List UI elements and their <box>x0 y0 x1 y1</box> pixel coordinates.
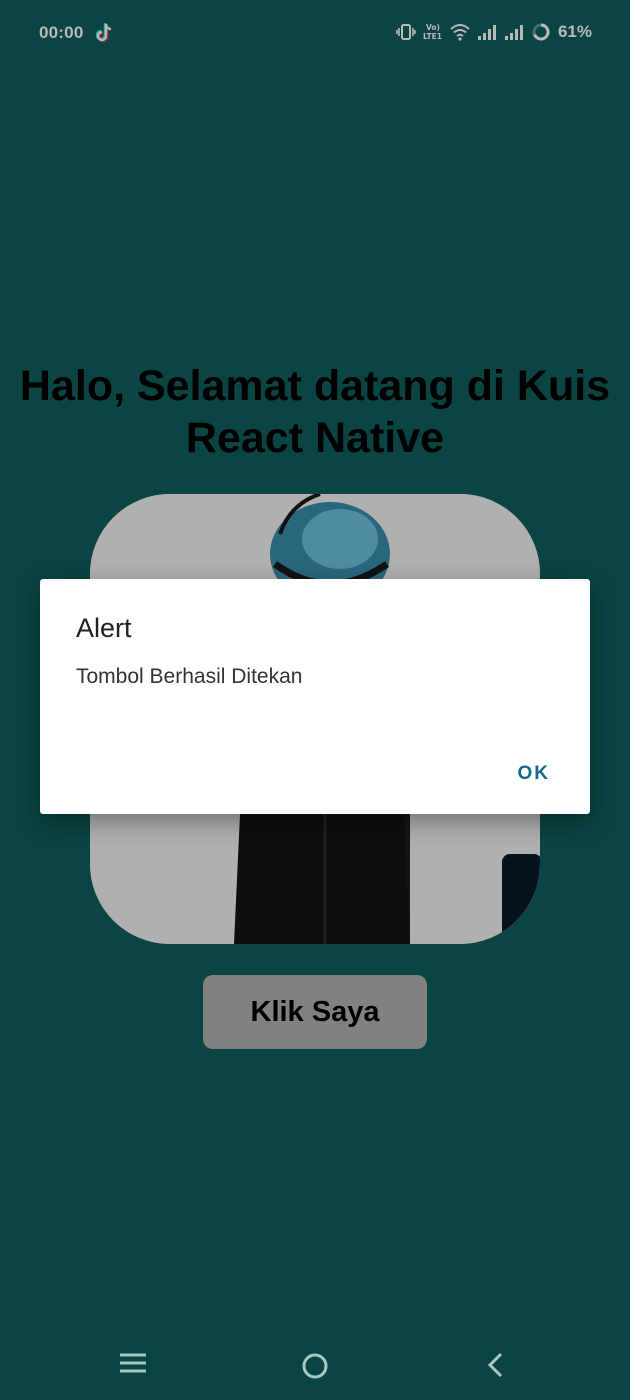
system-nav-bar <box>0 1336 630 1400</box>
menu-icon[interactable] <box>119 1352 147 1377</box>
ok-button[interactable]: OK <box>514 759 555 789</box>
alert-dialog: Alert Tombol Berhasil Ditekan OK <box>40 579 590 814</box>
dialog-title: Alert <box>76 613 132 643</box>
dialog-message: Tombol Berhasil Ditekan <box>76 665 303 688</box>
home-circle-icon[interactable] <box>301 1352 329 1383</box>
back-chevron-icon[interactable] <box>485 1352 507 1381</box>
